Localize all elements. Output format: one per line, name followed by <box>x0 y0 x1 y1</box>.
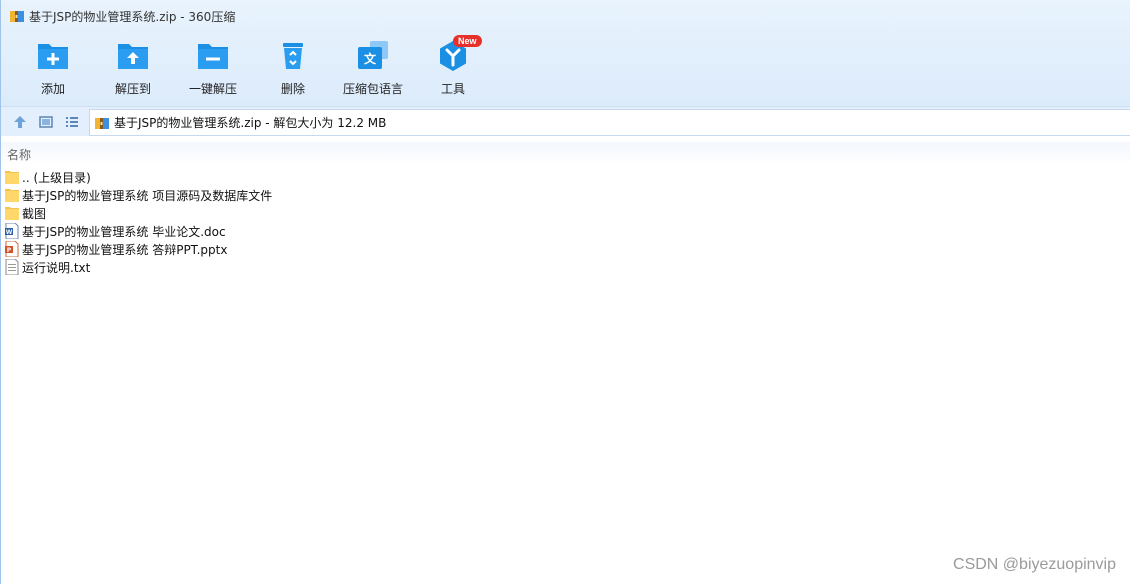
extract-to-button[interactable]: 解压到 <box>93 34 173 98</box>
svg-text:P: P <box>7 247 12 254</box>
name-column-header[interactable]: 名称 <box>7 146 31 163</box>
watermark: CSDN @biyezuopinvip <box>953 556 1116 573</box>
zip-archive-icon <box>95 117 109 129</box>
file-name: 基于JSP的物业管理系统 项目源码及数据库文件 <box>22 188 273 203</box>
list-item[interactable]: 截图 <box>5 204 605 222</box>
one-click-extract-button[interactable]: 一键解压 <box>173 34 253 98</box>
add-button[interactable]: 添加 <box>13 34 93 98</box>
tools-label: 工具 <box>440 82 465 96</box>
folder-icon <box>5 189 19 202</box>
list-item[interactable]: W 基于JSP的物业管理系统 毕业论文.doc <box>5 222 605 240</box>
delete-label: 删除 <box>280 82 305 96</box>
list-item[interactable]: P 基于JSP的物业管理系统 答辩PPT.pptx <box>5 240 605 258</box>
one-click-extract-label: 一键解压 <box>188 82 237 96</box>
address-text: 基于JSP的物业管理系统.zip - 解包大小为 12.2 MB <box>114 116 387 130</box>
list-item[interactable]: 运行说明.txt <box>5 258 605 276</box>
file-name: 基于JSP的物业管理系统 答辩PPT.pptx <box>22 242 228 257</box>
toolbar: 添加 解压到 一键解压 删除 文 压缩包语言 New 工具 <box>1 34 1130 98</box>
folder-icon <box>5 171 19 184</box>
add-folder-icon <box>38 44 68 69</box>
new-badge: New <box>453 35 482 47</box>
svg-text:W: W <box>6 229 13 236</box>
tools-button[interactable]: New 工具 <box>413 34 493 98</box>
list-item[interactable]: 基于JSP的物业管理系统 项目源码及数据库文件 <box>5 186 605 204</box>
delete-button[interactable]: 删除 <box>253 34 333 98</box>
file-name: 基于JSP的物业管理系统 毕业论文.doc <box>22 224 226 239</box>
archive-language-button[interactable]: 文 压缩包语言 <box>333 34 413 98</box>
zip-archive-icon <box>10 11 24 22</box>
header-area: 基于JSP的物业管理系统.zip - 360压缩 添加 解压到 一键解压 删除 … <box>1 0 1130 106</box>
column-header[interactable]: 名称 <box>1 142 1130 166</box>
powerpoint-icon: P <box>5 241 19 257</box>
extract-to-icon <box>118 44 148 69</box>
list-item[interactable]: .. (上级目录) <box>5 168 605 186</box>
title-bar: 基于JSP的物业管理系统.zip - 360压缩 <box>1 0 1130 32</box>
navigation-bar: 基于JSP的物业管理系统.zip - 解包大小为 12.2 MB <box>1 106 1130 136</box>
up-arrow-icon <box>14 116 26 128</box>
tools-icon-wrap: New <box>435 35 482 74</box>
archive-language-icon: 文 <box>358 41 388 69</box>
svg-text:文: 文 <box>364 51 377 66</box>
file-name: 运行说明.txt <box>22 260 91 275</box>
recycle-bin-icon <box>283 43 303 69</box>
up-button[interactable] <box>11 113 29 131</box>
file-name: .. (上级目录) <box>22 170 91 185</box>
text-file-icon <box>5 259 19 275</box>
thumbnail-view-button[interactable] <box>37 113 55 131</box>
archive-language-label: 压缩包语言 <box>342 82 403 96</box>
list-view-icon <box>66 117 78 127</box>
archive-window: 基于JSP的物业管理系统.zip - 360压缩 添加 解压到 一键解压 删除 … <box>0 0 1130 584</box>
address-bar[interactable]: 基于JSP的物业管理系统.zip - 解包大小为 12.2 MB <box>89 109 1130 136</box>
file-name: 截图 <box>22 206 47 221</box>
window-title: 基于JSP的物业管理系统.zip - 360压缩 <box>29 9 236 24</box>
one-click-extract-icon <box>198 44 228 69</box>
file-list: .. (上级目录) 基于JSP的物业管理系统 项目源码及数据库文件 截图 W 基… <box>5 168 605 276</box>
extract-to-label: 解压到 <box>114 82 151 96</box>
word-doc-icon: W <box>5 223 19 239</box>
thumbnail-view-icon <box>39 116 53 128</box>
list-view-button[interactable] <box>63 113 81 131</box>
folder-icon <box>5 207 19 220</box>
add-label: 添加 <box>40 82 65 96</box>
